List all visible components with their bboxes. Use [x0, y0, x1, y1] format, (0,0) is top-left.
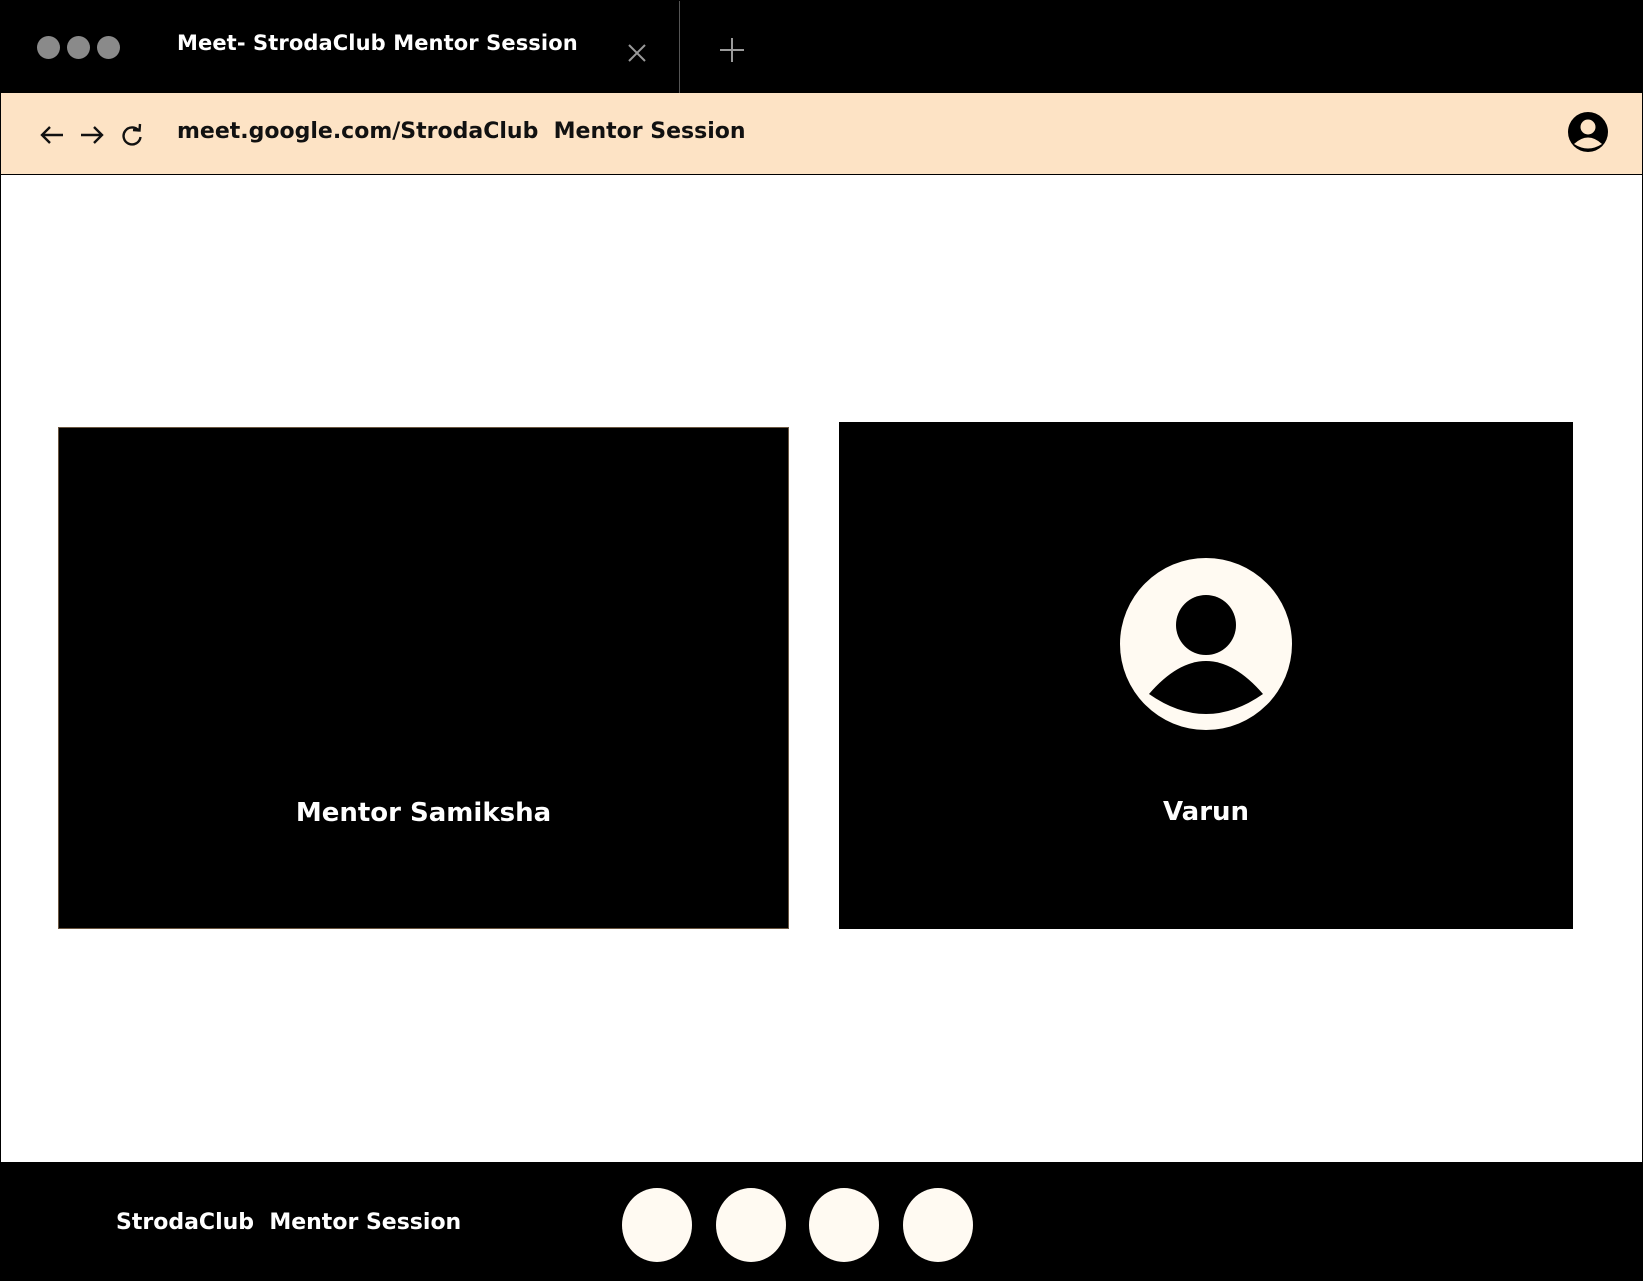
reload-icon[interactable]: [118, 121, 146, 149]
plus-icon[interactable]: [717, 35, 747, 65]
tab-bar: Meet- StrodaClub Mentor Session: [1, 1, 1642, 93]
participant-name: Varun: [1162, 797, 1250, 827]
window-minimize-dot[interactable]: [67, 36, 90, 59]
address-bar: meet.google.com/StrodaClub Mentor Sessio…: [1, 93, 1642, 175]
window-controls: [37, 36, 120, 59]
participant-name: Mentor Samiksha: [295, 798, 552, 828]
back-arrow-icon[interactable]: [38, 121, 66, 149]
forward-arrow-icon[interactable]: [78, 121, 106, 149]
control-button-3[interactable]: [809, 1188, 879, 1262]
control-button-1[interactable]: [622, 1188, 692, 1262]
control-button-2[interactable]: [716, 1188, 786, 1262]
window-close-dot[interactable]: [37, 36, 60, 59]
close-icon[interactable]: [623, 39, 651, 67]
profile-icon[interactable]: [1567, 111, 1609, 153]
browser-window: Meet- StrodaClub Mentor Session meet.goo…: [0, 0, 1643, 1281]
participant-tile[interactable]: Varun: [839, 422, 1573, 929]
tab-divider: [679, 1, 680, 93]
meeting-control-bar: StrodaClub Mentor Session: [1, 1162, 1642, 1280]
window-maximize-dot[interactable]: [97, 36, 120, 59]
url-field[interactable]: meet.google.com/StrodaClub Mentor Sessio…: [177, 119, 746, 144]
avatar-icon: [1120, 558, 1292, 730]
control-button-4[interactable]: [903, 1188, 973, 1262]
participant-tile[interactable]: Mentor Samiksha: [58, 427, 789, 929]
tab-title[interactable]: Meet- StrodaClub Mentor Session: [177, 31, 578, 55]
meeting-title: StrodaClub Mentor Session: [116, 1210, 462, 1235]
